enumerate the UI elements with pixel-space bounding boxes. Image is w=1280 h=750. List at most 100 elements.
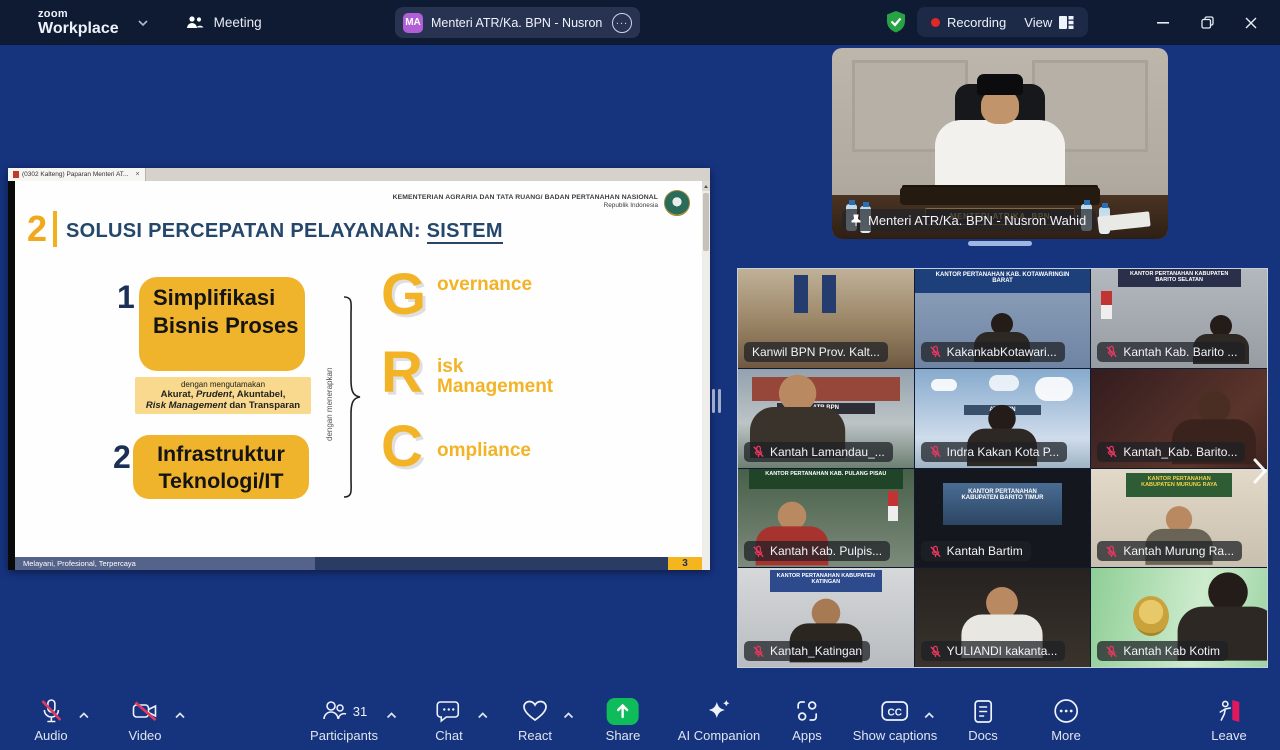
captions-options-chevron-icon[interactable] <box>924 706 935 724</box>
participant-tile[interactable]: YULIANDI kakanta... <box>914 568 1091 667</box>
grc-letter-r: R <box>381 340 423 405</box>
share-button[interactable]: Share <box>606 697 640 743</box>
video-options-chevron-icon[interactable] <box>174 706 185 724</box>
audio-button[interactable]: Audio <box>34 697 89 743</box>
meeting-people-icon <box>186 15 204 28</box>
audio-options-chevron-icon[interactable] <box>78 706 89 724</box>
slide-footer: Melayani, Profesional, Terpercaya 3 <box>15 557 702 570</box>
meeting-title-pill[interactable]: MA Menteri ATR/Ka. BPN - Nusron W ... <box>395 7 640 38</box>
captions-icon: CC <box>881 701 909 721</box>
show-captions-button[interactable]: CC Show captions <box>853 697 937 743</box>
muted-mic-icon <box>1105 445 1118 458</box>
office-sign: KANTOR PERTANAHAN KABUPATEN MURUNG RAYA <box>1126 472 1232 497</box>
participants-options-chevron-icon[interactable] <box>386 706 397 724</box>
participant-tile[interactable]: ATR BPN Indra Kakan Kota P... <box>914 368 1091 468</box>
participant-tile[interactable]: KANTOR PERTANAHAN KAB. PULANG PISAU Kant… <box>738 468 914 568</box>
participant-name-chip: Kantah_Katingan <box>744 641 871 661</box>
slide-title: 2 SOLUSI PERCEPATAN PELAYANAN: SISTEM <box>27 211 503 247</box>
zoom-workplace-logo: zoom Workplace <box>38 8 119 37</box>
svg-text:CC: CC <box>888 708 902 719</box>
view-layout-icon <box>1059 15 1074 29</box>
minimize-button[interactable] <box>1144 7 1182 39</box>
view-button[interactable]: View <box>1024 15 1074 30</box>
meeting-tab-label: Meeting <box>213 15 262 30</box>
muted-mic-icon <box>929 645 942 658</box>
participant-tile[interactable]: KANTOR PERTANAHAN KABUPATEN MURUNG RAYA … <box>1091 468 1267 568</box>
document-tab[interactable]: (0302 Kalteng) Paparan Menteri AT... × <box>8 168 146 181</box>
participant-tile[interactable]: KANTOR PERTANAHAN KABUPATEN KATINGAN Kan… <box>738 568 914 667</box>
participant-tile[interactable]: KANTOR PERTANAHAN KABUPATEN BARITO TIMUR… <box>914 468 1091 568</box>
scrollbar-thumb[interactable] <box>703 193 709 251</box>
office-sign: KANTOR PERTANAHAN KABUPATEN KATINGAN <box>769 570 883 593</box>
document-tab-title: (0302 Kalteng) Paparan Menteri AT... <box>22 171 129 178</box>
participants-label: Participants <box>310 728 378 743</box>
participant-tile[interactable]: KANTOR PERTANAHAN KABUPATEN BARITO SELAT… <box>1091 269 1267 368</box>
chevron-down-icon[interactable] <box>137 14 149 32</box>
chat-options-chevron-icon[interactable] <box>477 706 488 724</box>
participant-name-chip: Kantah Lamandau_... <box>744 441 893 462</box>
grc-governance: G overnance <box>381 265 532 323</box>
docs-button[interactable]: Docs <box>968 697 998 743</box>
slide-page-number: 3 <box>668 557 702 570</box>
more-options-icon[interactable]: ... <box>612 12 632 33</box>
logo-workplace: Workplace <box>38 19 119 37</box>
participant-tile[interactable]: Kanwil BPN Prov. Kalt... <box>738 269 914 368</box>
leave-button[interactable]: Leave <box>1211 697 1247 743</box>
ai-companion-button[interactable]: AI Companion <box>678 697 760 743</box>
panel-resize-handle[interactable] <box>712 389 721 413</box>
restore-button[interactable] <box>1188 7 1226 39</box>
video-label: Video <box>128 728 162 743</box>
apps-button[interactable]: Apps <box>792 697 822 743</box>
muted-mic-icon <box>752 545 765 558</box>
item-simplifikasi: Simplifikasi Bisnis Proses <box>139 277 305 371</box>
docs-label: Docs <box>968 728 998 743</box>
muted-mic-icon <box>929 545 942 558</box>
participant-tile[interactable]: Kantah_Kab. Barito... <box>1091 368 1267 468</box>
meeting-main-area: (0302 Kalteng) Paparan Menteri AT... × K… <box>0 45 1280 690</box>
participant-gallery: Kanwil BPN Prov. Kalt... KANTOR PERTANAH… <box>737 268 1268 668</box>
recording-indicator[interactable]: Recording <box>931 15 1006 30</box>
chat-button[interactable]: Chat <box>435 697 488 743</box>
slide-title-underlined: SISTEM <box>426 220 503 244</box>
slide-left-margin <box>8 181 15 570</box>
react-options-chevron-icon[interactable] <box>563 706 574 724</box>
tab-close-icon[interactable]: × <box>135 171 139 178</box>
speaker-video-tile[interactable]: MENTERI ATR/KA. BPN Menteri ATR/Ka. BPN … <box>832 48 1168 239</box>
participant-tile[interactable]: Kantah Kab Kotim <box>1091 568 1267 667</box>
recording-dot-icon <box>931 17 940 27</box>
note-intro: dengan mengutamakan <box>180 380 266 389</box>
participant-name: Kantah Murung Ra... <box>1123 544 1235 559</box>
participant-name-chip: Kantah_Kab. Barito... <box>1097 441 1246 462</box>
share-screen-icon <box>606 697 639 725</box>
list-number-2: 2 <box>113 439 131 475</box>
chat-icon <box>436 701 459 723</box>
grc-word-risk: isk <box>437 356 464 377</box>
muted-mic-icon <box>1105 345 1118 358</box>
muted-mic-icon <box>1105 645 1118 658</box>
speaker-name: Menteri ATR/Ka. BPN - Nusron Wahid <box>868 212 1087 228</box>
mic-muted-icon <box>41 699 61 723</box>
video-button[interactable]: Video <box>128 697 185 743</box>
document-scrollbar[interactable] <box>702 181 710 570</box>
participant-name-chip: Kantah Kab Kotim <box>1097 641 1229 661</box>
react-button[interactable]: React <box>518 697 574 743</box>
participant-name: Kantah Bartim <box>946 544 1023 559</box>
gallery-next-page-button[interactable] <box>1252 457 1268 490</box>
meeting-title: Menteri ATR/Ka. BPN - Nusron W <box>431 15 604 30</box>
tab-meeting[interactable]: Meeting <box>185 15 262 31</box>
participant-tile[interactable]: KANTOR PERTANAHAN KAB. KOTAWARINGIN BARA… <box>914 269 1091 368</box>
list-number-1: 1 <box>117 279 135 315</box>
grc-word-compliance: ompliance <box>437 440 531 461</box>
participant-tile[interactable]: ATR BPN Kantah Lamandau_... <box>738 368 914 468</box>
close-button[interactable] <box>1232 7 1270 39</box>
scroll-up-arrow-icon[interactable] <box>702 181 710 191</box>
participants-count: 31 <box>352 703 368 719</box>
note-risk-management: Risk Management <box>145 400 227 411</box>
docs-icon <box>974 699 992 723</box>
more-button[interactable]: More <box>1051 697 1081 743</box>
grc-risk: R isk Management <box>381 340 553 405</box>
participants-button[interactable]: 31 Participants <box>310 697 397 743</box>
video-panel-drag-bar[interactable] <box>968 241 1032 246</box>
slide-motto: Melayani, Profesional, Terpercaya <box>15 557 315 570</box>
security-shield-icon[interactable] <box>885 10 907 34</box>
